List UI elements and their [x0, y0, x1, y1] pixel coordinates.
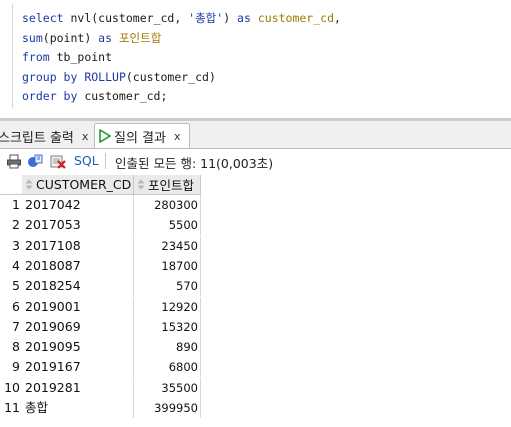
code-token: customer_cd	[257, 11, 335, 25]
cell-customer-cd[interactable]: 2017042	[22, 195, 134, 215]
cell-points[interactable]: 6800	[134, 357, 201, 378]
column-header-points[interactable]: 포인트합	[134, 175, 201, 195]
table-row[interactable]: 8 2019095 890	[0, 337, 201, 358]
column-header-label: CUSTOMER_CD	[36, 177, 132, 192]
code-token: as	[237, 11, 251, 25]
table-row[interactable]: 2 2017053 5500	[0, 215, 201, 236]
row-number: 11	[4, 400, 20, 415]
cell-points[interactable]: 12920	[134, 296, 201, 317]
fetch-status: 인출된 모든 행: 11(0,003초)	[115, 156, 274, 171]
tab-script-output-label: 스크립트 출력	[0, 130, 74, 146]
code-token: )	[223, 11, 238, 25]
code-token: (point)	[42, 30, 99, 45]
cell-customer-cd[interactable]: 2018254	[22, 276, 134, 297]
table-row[interactable]: 6 2019001 12920	[0, 296, 201, 317]
cell-points[interactable]: 890	[134, 337, 201, 358]
cell-points[interactable]: 570	[134, 276, 201, 297]
table-row[interactable]: 11 총합 399950	[0, 398, 201, 418]
row-number: 4	[12, 257, 20, 273]
table-row[interactable]: 3 2017108 23450	[0, 235, 201, 256]
cell-points[interactable]: 23450	[134, 235, 201, 256]
cell-customer-cd[interactable]: 2019069	[22, 316, 134, 337]
freeze-icon[interactable]	[27, 153, 43, 169]
close-icon[interactable]: x	[174, 130, 181, 143]
cell-points[interactable]: 35500	[134, 377, 201, 398]
code-token: (customer_cd)	[125, 69, 216, 84]
code-token: ,	[334, 11, 341, 25]
column-header-customer-cd[interactable]: CUSTOMER_CD	[22, 175, 134, 195]
code-token: 포인트합	[118, 30, 162, 45]
row-number: 2	[12, 217, 20, 233]
sort-icon[interactable]	[25, 179, 33, 190]
cell-points[interactable]: 5500	[134, 215, 201, 236]
tab-query-result[interactable]: 질의 결과 x	[94, 123, 190, 148]
code-token: as	[98, 30, 113, 45]
tab-script-output[interactable]: 스크립트 출력 x	[0, 124, 91, 148]
cell-customer-cd[interactable]: 2017108	[22, 235, 134, 256]
table-row[interactable]: 5 2018254 570	[0, 276, 201, 297]
sql-code[interactable]: select nvl(customer_cd, '총합') as custome…	[22, 9, 341, 107]
row-number: 1	[12, 197, 20, 212]
code-token: select	[22, 11, 64, 25]
cell-points[interactable]: 399950	[134, 398, 201, 418]
code-token: tb_point	[49, 50, 113, 65]
tab-query-result-label: 질의 결과	[114, 130, 166, 146]
row-number: 3	[12, 237, 20, 253]
code-token: '총합'	[188, 11, 224, 25]
code-token: group by	[22, 69, 78, 84]
table-row[interactable]: 10 2019281 35500	[0, 377, 201, 398]
code-token: order by	[22, 89, 78, 104]
result-tab-bar: 스크립트 출력 x 질의 결과 x	[0, 121, 511, 149]
row-number: 5	[12, 278, 20, 294]
column-header-label: 포인트합	[148, 178, 195, 193]
editor-gutter	[12, 4, 13, 108]
table-row[interactable]: 1 2017042 280300	[0, 195, 201, 215]
table-row[interactable]: 4 2018087 18700	[0, 255, 201, 276]
toolbar-divider	[105, 153, 106, 169]
sql-button[interactable]: SQL	[74, 153, 99, 168]
table-row[interactable]: 7 2019069 15320	[0, 316, 201, 337]
cell-customer-cd[interactable]: 2019167	[22, 357, 134, 378]
code-token: from	[22, 50, 50, 65]
row-number: 6	[12, 298, 20, 314]
cell-customer-cd[interactable]: 2017053	[22, 215, 134, 236]
cell-customer-cd[interactable]: 총합	[22, 398, 134, 418]
sql-editor[interactable]: select nvl(customer_cd, '총합') as custome…	[0, 0, 511, 121]
delete-icon[interactable]	[50, 153, 66, 169]
cell-customer-cd[interactable]: 2019095	[22, 337, 134, 358]
cell-customer-cd[interactable]: 2019001	[22, 296, 134, 317]
row-number: 10	[4, 379, 20, 395]
run-query-icon	[99, 129, 111, 143]
row-number: 8	[12, 339, 20, 355]
sort-icon[interactable]	[137, 179, 145, 190]
cell-customer-cd[interactable]: 2019281	[22, 377, 134, 398]
print-icon[interactable]	[6, 153, 22, 169]
code-token: sum	[22, 30, 43, 45]
table-row[interactable]: 9 2019167 6800	[0, 357, 201, 378]
cell-points[interactable]: 15320	[134, 316, 201, 337]
cell-customer-cd[interactable]: 2018087	[22, 255, 134, 276]
row-number: 9	[12, 359, 20, 375]
code-token: ROLLUP	[84, 69, 126, 84]
row-number-header	[0, 175, 22, 195]
cell-points[interactable]: 18700	[134, 255, 201, 276]
result-toolbar: SQL 인출된 모든 행: 11(0,003초)	[0, 149, 511, 173]
row-number: 7	[12, 318, 20, 334]
code-token: customer_cd;	[77, 89, 168, 104]
cell-points[interactable]: 280300	[134, 195, 201, 215]
code-token: nvl(customer_cd,	[63, 11, 189, 25]
close-icon[interactable]: x	[82, 130, 89, 143]
